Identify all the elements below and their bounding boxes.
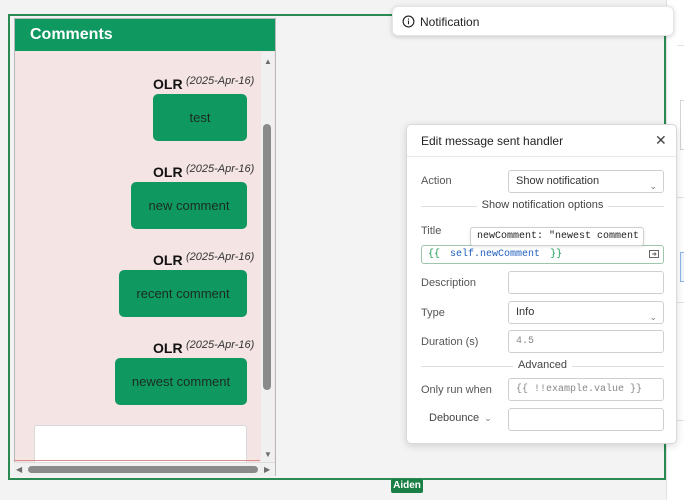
expand-icon[interactable] <box>648 248 660 260</box>
action-select[interactable]: Show notification ⌄ <box>508 170 664 193</box>
chevron-down-icon: ⌄ <box>649 312 657 322</box>
chevron-down-icon: ⌄ <box>649 181 657 191</box>
template-close-brace: }} <box>550 249 563 260</box>
template-open-brace: {{ <box>428 249 441 260</box>
section-title: Advanced <box>513 359 572 371</box>
debounce-input[interactable] <box>508 408 664 431</box>
debounce-toggle[interactable]: Debounce ⌄ <box>429 412 492 424</box>
debounce-label: Debounce <box>429 412 480 424</box>
type-label: Type <box>421 307 445 319</box>
type-select-value: Info <box>516 306 535 318</box>
advanced-section-divider: Advanced <box>421 359 664 373</box>
only-run-when-label: Only run when <box>421 384 492 396</box>
divider <box>677 420 684 421</box>
divider <box>677 197 684 198</box>
type-select[interactable]: Info ⌄ <box>508 301 664 324</box>
selection-tag[interactable]: Aiden <box>391 479 423 493</box>
action-label: Action <box>421 175 452 187</box>
title-input[interactable]: {{ self.newComment }} <box>421 245 664 264</box>
description-input[interactable] <box>508 271 664 294</box>
duration-label: Duration (s) <box>421 336 479 348</box>
template-self: self. <box>450 249 481 260</box>
close-icon[interactable]: ✕ <box>655 132 667 149</box>
info-circle-icon <box>402 15 415 28</box>
title-label: Title <box>421 225 442 237</box>
divider <box>677 45 684 46</box>
panel-field-fragment <box>680 100 684 150</box>
divider <box>677 302 684 303</box>
edit-handler-panel: Edit message sent handler ✕ Action Show … <box>406 124 677 444</box>
duration-input[interactable]: 4.5 <box>508 330 664 353</box>
description-label: Description <box>421 277 477 289</box>
only-run-when-input[interactable]: {{ !!example.value }} <box>508 378 664 401</box>
app-canvas: Comments OLR (2025-Apr-16) test OLR (202… <box>0 0 684 500</box>
section-title: Show notification options <box>476 199 609 211</box>
panel-title: Edit message sent handler <box>421 134 564 148</box>
divider <box>407 156 676 157</box>
template-expression: newComment <box>480 249 541 260</box>
panel-field-fragment <box>680 252 684 282</box>
action-select-value: Show notification <box>516 175 600 187</box>
chevron-down-icon: ⌄ <box>484 413 492 423</box>
options-section-divider: Show notification options <box>421 199 664 213</box>
toast-title: Notification <box>420 15 480 29</box>
notification-toast[interactable]: Notification <box>392 6 674 36</box>
expression-tooltip: newComment: "newest comment " <box>470 227 644 246</box>
